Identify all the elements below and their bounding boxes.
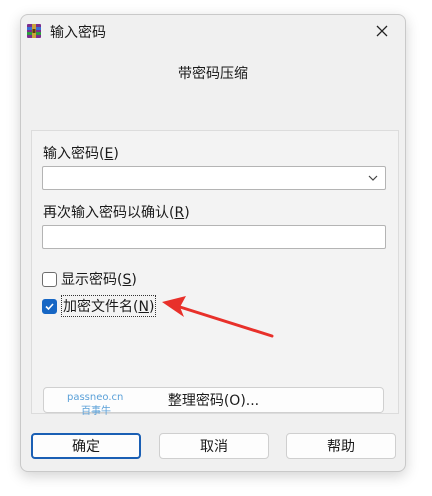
cancel-button[interactable]: 取消 (159, 433, 269, 459)
close-icon (376, 25, 388, 37)
dialog-heading: 带密码压缩 (178, 66, 248, 82)
encrypt-file-names-option[interactable]: 加密文件名(N) (42, 295, 157, 317)
show-password-label: 显示密码(S) (61, 272, 137, 288)
password-dialog: 输入密码 带密码压缩 输入密码(E) 再次输入密码以确认(R) 显示密码(S) … (20, 14, 406, 472)
show-password-option[interactable]: 显示密码(S) (42, 269, 137, 289)
chevron-down-icon[interactable] (367, 171, 379, 185)
help-button[interactable]: 帮助 (286, 433, 396, 459)
ok-button[interactable]: 确定 (31, 433, 141, 459)
winrar-app-icon (27, 24, 41, 38)
close-button[interactable] (365, 17, 399, 45)
encrypt-file-names-checkbox[interactable] (42, 298, 57, 314)
watermark-line1: passneo.cn (67, 392, 124, 403)
watermark-line2: 百事牛 (81, 406, 111, 417)
checkmark-icon (45, 302, 54, 310)
password-label: 输入密码(E) (43, 146, 119, 162)
confirm-password-input[interactable] (42, 225, 386, 249)
show-password-checkbox[interactable] (42, 271, 57, 287)
confirm-password-label: 再次输入密码以确认(R) (43, 205, 190, 221)
window-title: 输入密码 (50, 25, 106, 41)
encrypt-file-names-label: 加密文件名(N) (61, 295, 157, 317)
watermark: passneo.cn 百事牛 (67, 391, 123, 419)
title-bar[interactable]: 输入密码 (21, 15, 405, 47)
password-combo[interactable] (42, 166, 386, 190)
